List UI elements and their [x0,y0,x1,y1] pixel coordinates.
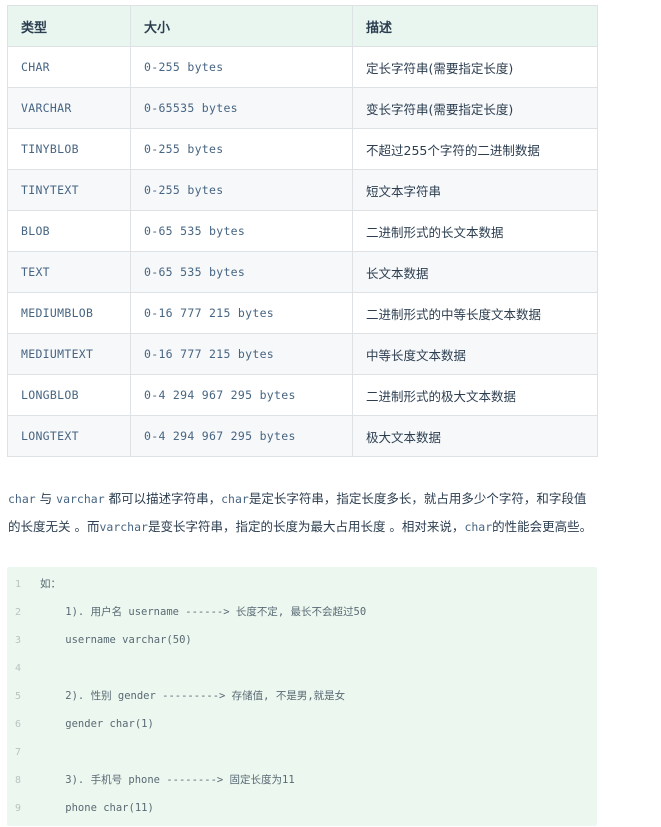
code-text: 2). 性别 gender ---------> 存储值, 不是男,就是女 [40,690,346,702]
cell-type: MEDIUMBLOB [7,292,131,334]
line-number: 1 [15,579,22,590]
table-row: BLOB 0-65 535 bytes 二进制形式的长文本数据 [7,210,598,252]
cell-description: 中等长度文本数据 [352,333,598,375]
cell-type: BLOB [7,210,131,252]
code-line: 4 [7,654,40,682]
cell-size: 0-255 bytes [130,169,353,211]
cell-size: 0-65 535 bytes [130,251,353,293]
cell-size: 0-4 294 967 295 bytes [130,415,353,457]
line-number: 6 [15,719,22,730]
cell-size: 0-65 535 bytes [130,210,353,252]
line-number: 7 [15,747,22,758]
inline-code: varchar [99,519,148,534]
char-vs-varchar-paragraph: char 与 varchar 都可以描述字符串，char是定长字符串，指定长度多… [8,485,598,541]
cell-description: 定长字符串(需要指定长度) [352,46,598,88]
code-text: 1). 用户名 username ------> 长度不定, 最长不会超过50 [40,606,367,618]
cell-type: LONGBLOB [7,374,131,416]
code-line: 8 3). 手机号 phone --------> 固定长度为11 [7,766,295,794]
code-text: username varchar(50) [40,634,192,646]
paragraph-text: 与 [35,490,57,506]
paragraph-text: 的性能会更高些。 [492,518,593,534]
code-text: gender char(1) [40,718,154,730]
line-number: 2 [15,607,22,618]
code-line: 3 username varchar(50) [7,626,192,654]
line-number: 4 [15,663,22,674]
code-line: 6 gender char(1) [7,710,154,738]
cell-type: CHAR [7,46,131,88]
cell-size: 0-16 777 215 bytes [130,292,353,334]
cell-size: 0-255 bytes [130,128,353,170]
cell-description: 极大文本数据 [352,415,598,457]
code-text: phone char(11) [40,802,154,814]
cell-type: TEXT [7,251,131,293]
cell-description: 变长字符串(需要指定长度) [352,87,598,129]
cell-description: 二进制形式的长文本数据 [352,210,598,252]
code-block: 1 如： 2 1). 用户名 username ------> 长度不定, 最长不… [7,567,597,826]
code-line: 9 phone char(11) [7,794,154,822]
code-text: 3). 手机号 phone --------> 固定长度为11 [40,774,295,786]
code-line: 5 2). 性别 gender ---------> 存储值, 不是男,就是女 [7,682,345,710]
line-number: 5 [15,691,22,702]
header-type: 类型 [7,5,131,47]
table-row: LONGBLOB 0-4 294 967 295 bytes 二进制形式的极大文… [7,374,598,416]
cell-description: 二进制形式的中等长度文本数据 [352,292,598,334]
cell-size: 0-16 777 215 bytes [130,333,353,375]
cell-description: 长文本数据 [352,251,598,293]
table-header-row: 类型 大小 描述 [7,5,598,47]
code-line: 1 如： [7,570,61,598]
inline-code: char [464,519,493,534]
paragraph-text: 都可以描述字符串， [104,490,222,506]
line-number: 3 [15,635,22,646]
paragraph-text: 是变长字符串，指定的长度为最大占用长度 。相对来说， [147,518,465,534]
inline-code: char [221,491,249,506]
table-row: TINYTEXT 0-255 bytes 短文本字符串 [7,169,598,211]
cell-description: 不超过255个字符的二进制数据 [352,128,598,170]
code-text: 如： [40,578,61,590]
cell-description: 二进制形式的极大文本数据 [352,374,598,416]
cell-type: VARCHAR [7,87,131,129]
cell-type: LONGTEXT [7,415,131,457]
table-row: MEDIUMTEXT 0-16 777 215 bytes 中等长度文本数据 [7,333,598,375]
inline-code: char [8,491,36,506]
code-line: 7 [7,738,40,766]
header-size: 大小 [130,5,353,47]
cell-type: TINYBLOB [7,128,131,170]
cell-type: MEDIUMTEXT [7,333,131,375]
table-row: VARCHAR 0-65535 bytes 变长字符串(需要指定长度) [7,87,598,129]
line-number: 8 [15,775,22,786]
table-row: LONGTEXT 0-4 294 967 295 bytes 极大文本数据 [7,415,598,457]
data-types-table: 类型 大小 描述 CHAR 0-255 bytes 定长字符串(需要指定长度) … [7,5,598,457]
table-row: CHAR 0-255 bytes 定长字符串(需要指定长度) [7,46,598,88]
inline-code: varchar [56,491,105,506]
cell-description: 短文本字符串 [352,169,598,211]
header-description: 描述 [352,5,598,47]
table-row: TEXT 0-65 535 bytes 长文本数据 [7,251,598,293]
line-number: 9 [15,803,22,814]
cell-type: TINYTEXT [7,169,131,211]
cell-size: 0-4 294 967 295 bytes [130,374,353,416]
cell-size: 0-255 bytes [130,46,353,88]
table-row: MEDIUMBLOB 0-16 777 215 bytes 二进制形式的中等长度… [7,292,598,334]
code-line: 2 1). 用户名 username ------> 长度不定, 最长不会超过5… [7,598,366,626]
cell-size: 0-65535 bytes [130,87,353,129]
table-row: TINYBLOB 0-255 bytes 不超过255个字符的二进制数据 [7,128,598,170]
